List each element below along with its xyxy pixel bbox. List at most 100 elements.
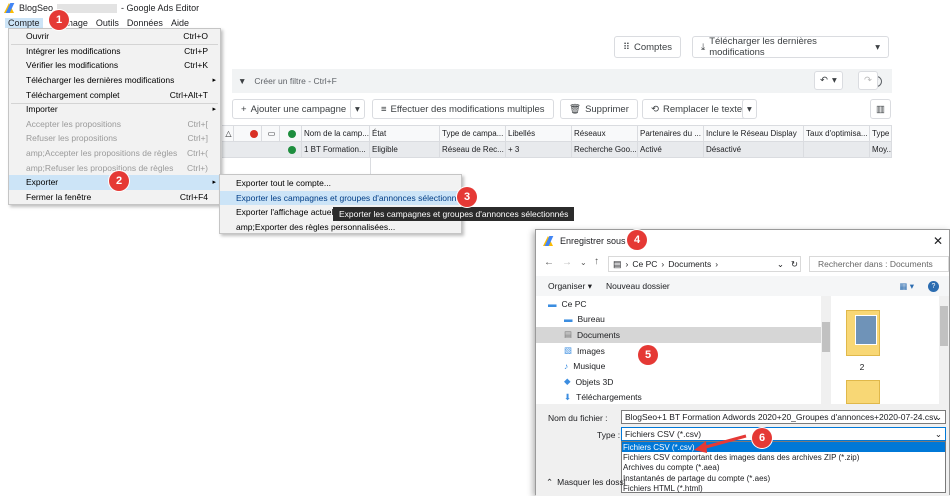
tree-item-musique[interactable]: ♪ Musique xyxy=(536,358,826,374)
menu-item-ouvrir[interactable]: Ouvrir Ctrl+O xyxy=(9,29,220,44)
tree-item-objets-3d[interactable]: ◆ Objets 3D xyxy=(536,374,826,390)
export-selected-campaigns[interactable]: Exporter les campagnes et groupes d'anno… xyxy=(220,190,472,205)
col-labels[interactable]: Libellés xyxy=(506,126,572,141)
scrollbar-thumb[interactable] xyxy=(940,306,948,346)
tree-label: Documents xyxy=(577,329,621,340)
undo-button[interactable]: ↶ ▾ xyxy=(814,71,843,90)
hide-folders-toggle[interactable]: ⌃ Masquer les dossi xyxy=(546,477,626,488)
redo-button[interactable]: ↷ xyxy=(858,71,878,90)
columns-button[interactable]: ▥ xyxy=(870,99,891,119)
type-select[interactable]: Fichiers CSV (*.csv) ⌄ xyxy=(621,427,946,441)
filter-bar[interactable]: ▼ Créer un filtre - Ctrl+F ? xyxy=(232,69,892,93)
search-input[interactable]: Rechercher dans : Documents xyxy=(809,256,949,272)
tree-item-documents[interactable]: ▤ Documents xyxy=(536,327,826,343)
title-bar: BlogSeo - Google Ads Editor xyxy=(0,0,950,16)
replace-text-dropdown[interactable]: ▾ xyxy=(742,99,757,119)
menu-shortcut: Ctrl+P xyxy=(184,45,208,56)
menu-item-accepter[interactable]: Accepter les propositions Ctrl+[ xyxy=(9,117,220,132)
menu-donnees[interactable]: Données xyxy=(127,18,163,28)
menu-aide[interactable]: Aide xyxy=(171,18,189,28)
chevron-down-icon[interactable]: ⌄ xyxy=(935,412,942,423)
col-display-network[interactable]: Inclure le Réseau Display xyxy=(704,126,804,141)
menu-item-telecharger[interactable]: Télécharger les dernières modifications ▸ xyxy=(9,73,220,88)
menu-item-integrer[interactable]: Intégrer les modifications Ctrl+P xyxy=(9,44,220,59)
type-option-csv[interactable]: Fichiers CSV (*.csv) xyxy=(622,442,945,453)
col-state[interactable]: État xyxy=(370,126,440,141)
type-option-aes[interactable]: Instantanés de partage du compte (*.aes) xyxy=(622,473,945,483)
app-title: - Google Ads Editor xyxy=(121,3,200,13)
view-options-icon[interactable]: ▦ ▾ xyxy=(899,281,914,292)
menu-item-fermer[interactable]: Fermer la fenêtre Ctrl+F4 xyxy=(9,190,220,205)
menu-shortcut: Ctrl+F4 xyxy=(179,191,208,202)
menu-outils[interactable]: Outils xyxy=(96,18,119,28)
menu-item-refuser[interactable]: Refuser les propositions Ctrl+] xyxy=(9,131,220,146)
tree-item-images[interactable]: ▧ Images xyxy=(536,343,826,359)
cell-state: Eligible xyxy=(370,142,440,157)
menu-item-verifier[interactable]: Vérifier les modifications Ctrl+K xyxy=(9,58,220,73)
breadcrumb-documents[interactable]: Documents xyxy=(668,259,711,269)
chevron-down-icon[interactable]: ⌄ xyxy=(777,259,784,270)
type-option-html[interactable]: Fichiers HTML (*.html) xyxy=(622,483,945,493)
up-arrow-icon[interactable]: ↑ xyxy=(594,256,599,267)
breadcrumb-sep-icon: › xyxy=(661,259,665,269)
export-all-account[interactable]: Exporter tout le compte... xyxy=(220,176,461,191)
back-arrow-icon[interactable]: ← xyxy=(544,257,554,268)
replace-text-button[interactable]: ⟲ Remplacer le texte xyxy=(642,99,752,119)
help-icon[interactable]: ? xyxy=(928,280,939,292)
forward-arrow-icon[interactable]: → xyxy=(562,257,572,268)
menu-item-telechargement-complet[interactable]: Téléchargement complet Ctrl+Alt+T xyxy=(9,87,220,102)
col-campaign-type[interactable]: Type de campa... xyxy=(440,126,506,141)
chevron-down-icon[interactable]: ⌄ xyxy=(935,429,942,440)
tree-item-telechargements[interactable]: ⬇ Téléchargements xyxy=(536,390,826,406)
new-folder-button[interactable]: Nouveau dossier xyxy=(606,281,670,291)
delete-button[interactable]: 🗑 Supprimer xyxy=(560,99,638,119)
type-option-aea[interactable]: Archives du compte (*.aea) xyxy=(622,463,945,473)
address-bar[interactable]: ▤ › Ce PC › Documents › ⌄ ↻ xyxy=(608,256,801,272)
files-scrollbar[interactable] xyxy=(939,296,949,404)
filter-icon: ▼ xyxy=(238,76,247,86)
col-networks[interactable]: Réseaux xyxy=(572,126,638,141)
menu-item-importer[interactable]: Importer ▸ xyxy=(9,102,220,117)
tree-item-bureau[interactable]: ▬ Bureau xyxy=(536,312,826,328)
scrollbar-thumb[interactable] xyxy=(822,322,830,352)
type-dropdown-list: Fichiers CSV (*.csv) Fichiers CSV compor… xyxy=(621,441,946,493)
export-custom-rules[interactable]: amp;Exporter des règles personnalisées..… xyxy=(220,220,461,235)
tree-item-ce-pc[interactable]: ▬ Ce PC xyxy=(536,296,826,312)
accounts-label: Comptes xyxy=(633,41,672,53)
menu-compte[interactable]: Compte xyxy=(5,17,43,28)
table-row[interactable]: 1 BT Formation... Eligible Réseau de Rec… xyxy=(222,142,892,158)
add-campaign-dropdown[interactable]: ▾ xyxy=(350,99,365,119)
menu-shortcut: Ctrl+[ xyxy=(187,118,208,129)
folder-item[interactable]: 2 xyxy=(844,306,880,372)
refresh-icon[interactable]: ↻ xyxy=(791,259,798,270)
cell-type: Moy... xyxy=(870,142,892,157)
col-optimization[interactable]: Taux d'optimisa... xyxy=(804,126,870,141)
breadcrumb-ce-pc[interactable]: Ce PC xyxy=(632,259,657,269)
add-campaign-button[interactable]: + Ajouter une campagne xyxy=(232,99,356,119)
multiple-changes-button[interactable]: ≡ Effectuer des modifications multiples xyxy=(372,99,554,119)
folder-icon[interactable] xyxy=(846,380,880,404)
col-partners[interactable]: Partenaires du ... xyxy=(638,126,704,141)
cell-display-network: Désactivé xyxy=(704,142,804,157)
organize-button[interactable]: Organiser ▾ xyxy=(548,281,592,292)
step-badge-1: 1 xyxy=(49,10,69,30)
col-type[interactable]: Type xyxy=(870,126,892,141)
close-icon[interactable]: ✕ xyxy=(933,234,943,248)
computer-icon: ▬ xyxy=(548,298,557,309)
type-option-csv-zip[interactable]: Fichiers CSV comportant des images dans … xyxy=(622,452,945,462)
chevron-down-icon[interactable]: ⌄ xyxy=(580,258,587,267)
menu-item-accepter-regles[interactable]: amp;Accepter les propositions de règles C… xyxy=(9,146,220,161)
download-icon: ⬇ xyxy=(564,391,572,402)
menu-label: Téléchargement complet xyxy=(26,89,120,100)
menu-shortcut: Ctrl+K xyxy=(184,60,208,71)
col-campaign-name[interactable]: Nom de la camp... xyxy=(302,126,370,141)
menu-label: amp;Refuser les propositions de règles xyxy=(26,162,174,173)
download-changes-button[interactable]: ⤓ Télécharger les dernières modification… xyxy=(692,36,889,58)
plus-icon: + xyxy=(241,103,247,115)
menu-shortcut: Ctrl+] xyxy=(187,133,208,144)
filter-input[interactable]: Créer un filtre - Ctrl+F xyxy=(254,76,336,86)
filename-input[interactable]: BlogSeo+1 BT Formation Adwords 2020+20_G… xyxy=(621,410,946,424)
google-ads-logo-icon xyxy=(543,236,554,246)
tree-scrollbar[interactable] xyxy=(821,296,831,404)
accounts-button[interactable]: ⠿ Comptes xyxy=(614,36,681,58)
